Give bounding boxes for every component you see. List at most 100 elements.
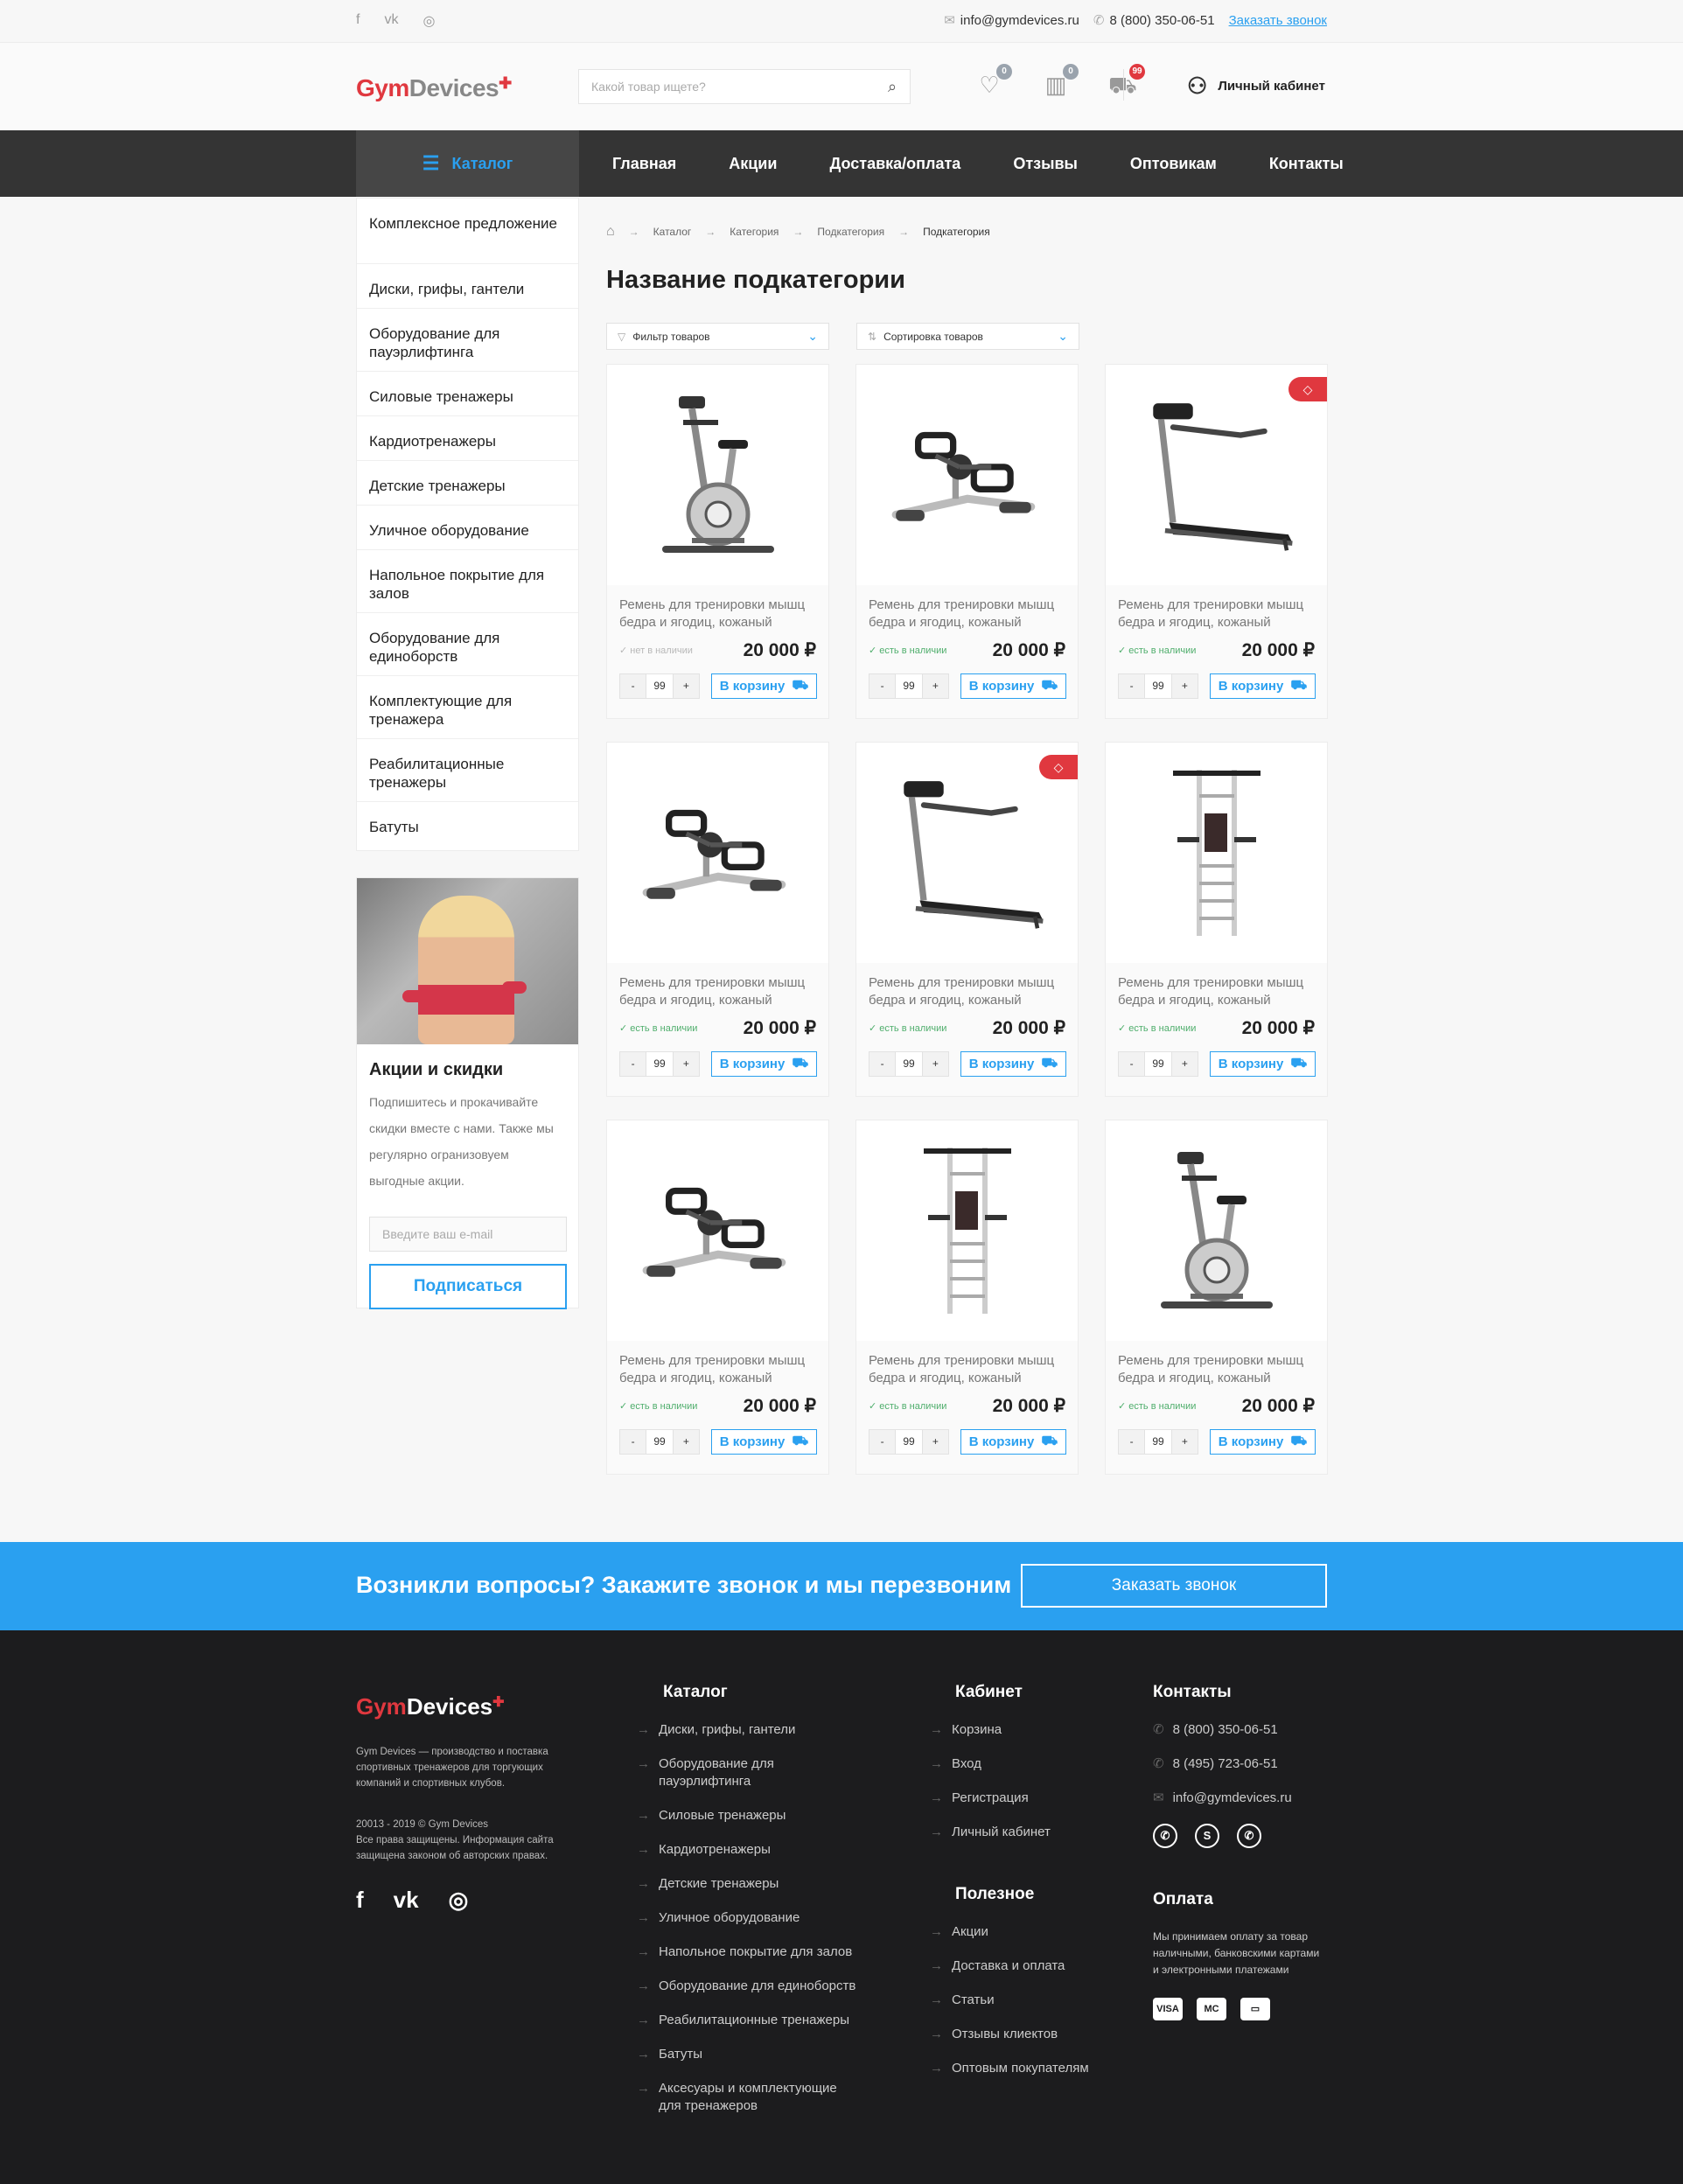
footer-phone-2[interactable]: ✆ 8 (495) 723-06-51: [1153, 1755, 1328, 1773]
decrement-button[interactable]: -: [1119, 1052, 1145, 1076]
nav-item-wholesale[interactable]: Оптовикам: [1130, 155, 1217, 173]
nav-item-contacts[interactable]: Контакты: [1269, 155, 1344, 173]
product-image[interactable]: [1106, 743, 1327, 963]
product-card[interactable]: ◇ Ремень для тренировки мышц бедра и ягод…: [855, 742, 1079, 1097]
product-image[interactable]: [856, 365, 1078, 585]
decrement-button[interactable]: -: [1119, 1430, 1145, 1454]
decrement-button[interactable]: -: [620, 1052, 646, 1076]
sidebar-item[interactable]: Силовые тренажеры: [357, 372, 578, 416]
footer-link[interactable]: → Личный кабинет: [930, 1824, 1089, 1841]
product-card[interactable]: Ремень для тренировки мышц бедра и ягоди…: [855, 364, 1079, 719]
footer-link[interactable]: → Доставка и оплата: [930, 1957, 1089, 1975]
account-link[interactable]: ⚇ Личный кабинет: [1187, 73, 1325, 100]
add-to-cart-button[interactable]: В корзину ⛟: [711, 1051, 817, 1077]
search-input[interactable]: [579, 70, 875, 103]
sidebar-item[interactable]: Диски, грифы, гантели: [357, 264, 578, 309]
quantity-value[interactable]: 99: [1144, 1430, 1172, 1454]
product-name[interactable]: Ремень для тренировки мышц бедра и ягоди…: [619, 974, 821, 1009]
add-to-cart-button[interactable]: В корзину ⛟: [960, 1429, 1066, 1455]
product-name[interactable]: Ремень для тренировки мышц бедра и ягоди…: [869, 1352, 1070, 1387]
add-to-cart-button[interactable]: В корзину ⛟: [960, 673, 1066, 699]
increment-button[interactable]: +: [1171, 1052, 1198, 1076]
footer-link[interactable]: → Батуты: [637, 2046, 860, 2063]
decrement-button[interactable]: -: [620, 1430, 646, 1454]
vk-icon[interactable]: vk: [394, 1887, 419, 1914]
product-image[interactable]: [1106, 1120, 1327, 1341]
sidebar-item[interactable]: Оборудование для единоборств: [357, 613, 578, 676]
callback-button[interactable]: Заказать звонок: [1021, 1564, 1327, 1608]
increment-button[interactable]: +: [922, 1052, 948, 1076]
quantity-value[interactable]: 99: [646, 674, 674, 698]
nav-item-reviews[interactable]: Отзывы: [1013, 155, 1078, 173]
nav-item-promotions[interactable]: Акции: [729, 155, 777, 173]
add-to-cart-button[interactable]: В корзину ⛟: [1210, 673, 1316, 699]
increment-button[interactable]: +: [1171, 1430, 1198, 1454]
promo-email-input[interactable]: [369, 1217, 567, 1252]
add-to-cart-button[interactable]: В корзину ⛟: [711, 1429, 817, 1455]
decrement-button[interactable]: -: [869, 1052, 896, 1076]
product-image[interactable]: ◇: [856, 743, 1078, 963]
footer-link[interactable]: → Регистрация: [930, 1790, 1089, 1807]
quantity-value[interactable]: 99: [1144, 1052, 1172, 1076]
sidebar-item[interactable]: Батуты: [357, 802, 578, 850]
catalog-menu-button[interactable]: ☰ Каталог: [356, 130, 579, 197]
increment-button[interactable]: +: [673, 674, 699, 698]
callback-link[interactable]: Заказать звонок: [1229, 13, 1327, 28]
footer-link[interactable]: → Аксесуары и комплектующие для тренажеро…: [637, 2080, 860, 2115]
home-icon[interactable]: ⌂: [606, 224, 615, 240]
footer-link[interactable]: → Оборудование для пауэрлифтинга: [637, 1755, 860, 1790]
compare-button[interactable]: ▥ 0: [1042, 64, 1079, 99]
quantity-value[interactable]: 99: [1144, 674, 1172, 698]
sidebar-item[interactable]: Напольное покрытие для залов: [357, 550, 578, 613]
logo[interactable]: GymDevices✚: [356, 74, 512, 102]
footer-link[interactable]: → Оборудование для единоборств: [637, 1978, 860, 1995]
increment-button[interactable]: +: [922, 674, 948, 698]
sidebar-item[interactable]: Уличное оборудование: [357, 506, 578, 550]
instagram-icon[interactable]: ◎: [449, 1887, 469, 1914]
decrement-button[interactable]: -: [1119, 674, 1145, 698]
decrement-button[interactable]: -: [869, 1430, 896, 1454]
cart-button[interactable]: ⛟ 99: [1108, 64, 1145, 99]
breadcrumb-item[interactable]: Подкатегория: [817, 226, 884, 238]
footer-link[interactable]: → Кардиотренажеры: [637, 1841, 860, 1859]
footer-link[interactable]: → Отзывы клиектов: [930, 2026, 1089, 2043]
footer-link[interactable]: → Силовые тренажеры: [637, 1807, 860, 1825]
vk-icon[interactable]: vk: [384, 12, 398, 30]
facebook-icon[interactable]: f: [356, 12, 360, 30]
add-to-cart-button[interactable]: В корзину ⛟: [960, 1051, 1066, 1077]
favorites-button[interactable]: ♡ 0: [975, 64, 1012, 99]
product-image[interactable]: ◇: [1106, 365, 1327, 585]
viber-icon[interactable]: ✆: [1237, 1824, 1261, 1848]
quantity-value[interactable]: 99: [895, 1052, 923, 1076]
sidebar-item[interactable]: Кардиотренажеры: [357, 416, 578, 461]
footer-logo[interactable]: GymDevices✚: [356, 1693, 505, 1720]
add-to-cart-button[interactable]: В корзину ⛟: [711, 673, 817, 699]
product-card[interactable]: Ремень для тренировки мышц бедра и ягоди…: [855, 1120, 1079, 1475]
quantity-value[interactable]: 99: [646, 1052, 674, 1076]
top-phone[interactable]: ✆ 8 (800) 350-06-51: [1093, 12, 1215, 28]
product-card[interactable]: Ремень для тренировки мышц бедра и ягоди…: [606, 1120, 829, 1475]
nav-item-home[interactable]: Главная: [612, 155, 676, 173]
sidebar-item[interactable]: Оборудование для пауэрлифтинга: [357, 309, 578, 372]
breadcrumb-item[interactable]: Категория: [730, 226, 779, 238]
product-name[interactable]: Ремень для тренировки мышц бедра и ягоди…: [869, 597, 1070, 631]
footer-link[interactable]: → Реабилитационные тренажеры: [637, 2012, 860, 2029]
sort-dropdown[interactable]: ⇅ Сортировка товаров ⌄: [856, 323, 1079, 350]
footer-phone-1[interactable]: ✆ 8 (800) 350-06-51: [1153, 1721, 1328, 1739]
product-card[interactable]: Ремень для тренировки мышц бедра и ягоди…: [1105, 1120, 1328, 1475]
product-card[interactable]: Ремень для тренировки мышц бедра и ягоди…: [1105, 742, 1328, 1097]
product-image[interactable]: [607, 743, 828, 963]
product-card[interactable]: ◇ Ремень для тренировки мышц бедра и ягод…: [1105, 364, 1328, 719]
increment-button[interactable]: +: [922, 1430, 948, 1454]
breadcrumb-item[interactable]: Каталог: [653, 226, 692, 238]
nav-item-delivery[interactable]: Доставка/оплата: [829, 155, 960, 173]
increment-button[interactable]: +: [1171, 674, 1198, 698]
product-name[interactable]: Ремень для тренировки мышц бедра и ягоди…: [619, 597, 821, 631]
increment-button[interactable]: +: [673, 1052, 699, 1076]
add-to-cart-button[interactable]: В корзину ⛟: [1210, 1051, 1316, 1077]
footer-link[interactable]: → Диски, грифы, гантели: [637, 1721, 860, 1739]
product-card[interactable]: Ремень для тренировки мышц бедра и ягоди…: [606, 742, 829, 1097]
instagram-icon[interactable]: ◎: [422, 12, 435, 30]
subscribe-button[interactable]: Подписаться: [369, 1264, 567, 1309]
search-icon[interactable]: ⌕: [875, 78, 910, 96]
